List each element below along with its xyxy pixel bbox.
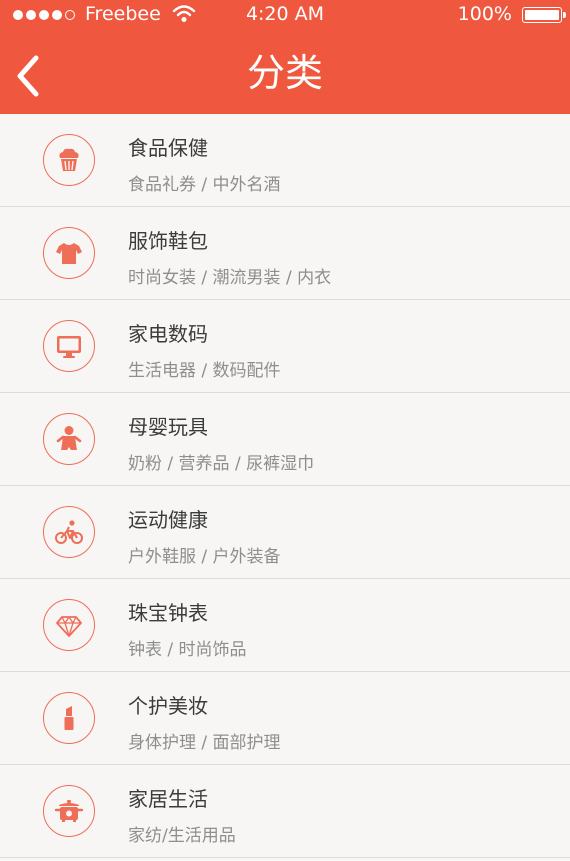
category-name: 食品保健 [128, 136, 208, 160]
page-title: 分类 [246, 51, 323, 95]
category-subtitle: 生活电器 / 数码配件 [128, 361, 281, 381]
battery-icon [522, 7, 566, 23]
category-subtitle: 家纺/生活用品 [128, 826, 236, 846]
category-name: 运动健康 [128, 508, 208, 532]
category-item-baby-toys[interactable]: 母婴玩具 奶粉 / 营养品 / 尿裤湿巾 [0, 393, 570, 486]
lipstick-icon [64, 706, 74, 730]
category-item-apparel[interactable]: 服饰鞋包 时尚女装 / 潮流男装 / 内衣 [0, 207, 570, 300]
category-name: 家居生活 [128, 787, 208, 811]
category-name: 母婴玩具 [128, 415, 208, 439]
category-subtitle: 身体护理 / 面部护理 [128, 733, 281, 753]
diamond-icon [56, 616, 82, 637]
monitor-icon [57, 336, 81, 358]
category-name: 服饰鞋包 [128, 229, 208, 253]
cyclist-icon [55, 520, 83, 544]
category-subtitle: 户外鞋服 / 户外装备 [128, 547, 281, 567]
category-item-jewelry-watches[interactable]: 珠宝钟表 钟表 / 时尚饰品 [0, 579, 570, 672]
baby-icon [56, 426, 82, 450]
category-item-beauty[interactable]: 个护美妆 身体护理 / 面部护理 [0, 672, 570, 765]
category-item-electronics[interactable]: 家电数码 生活电器 / 数码配件 [0, 300, 570, 393]
category-name: 个护美妆 [128, 694, 208, 718]
pot-icon [54, 800, 84, 822]
header: Freebee 4:20 AM 100% 分类 [0, 0, 570, 114]
category-item-home-living[interactable]: 家居生活 家纺/生活用品 [0, 765, 570, 858]
battery-percent: 100% [457, 3, 512, 25]
category-name: 家电数码 [128, 322, 208, 346]
shirt-icon [56, 243, 82, 264]
category-item-food-health[interactable]: 食品保健 食品礼券 / 中外名酒 [0, 114, 570, 207]
category-name: 珠宝钟表 [128, 601, 208, 625]
category-item-sports[interactable]: 运动健康 户外鞋服 / 户外装备 [0, 486, 570, 579]
status-bar: Freebee 4:20 AM 100% [0, 0, 570, 32]
category-list: 食品保健 食品礼券 / 中外名酒 服饰鞋包 时尚女装 / 潮流男装 / 内衣 家… [0, 114, 570, 858]
cupcake-icon [59, 148, 79, 171]
category-subtitle: 时尚女装 / 潮流男装 / 内衣 [128, 268, 332, 288]
category-subtitle: 食品礼券 / 中外名酒 [128, 175, 281, 195]
category-subtitle: 奶粉 / 营养品 / 尿裤湿巾 [128, 454, 315, 474]
category-subtitle: 钟表 / 时尚饰品 [128, 640, 247, 660]
